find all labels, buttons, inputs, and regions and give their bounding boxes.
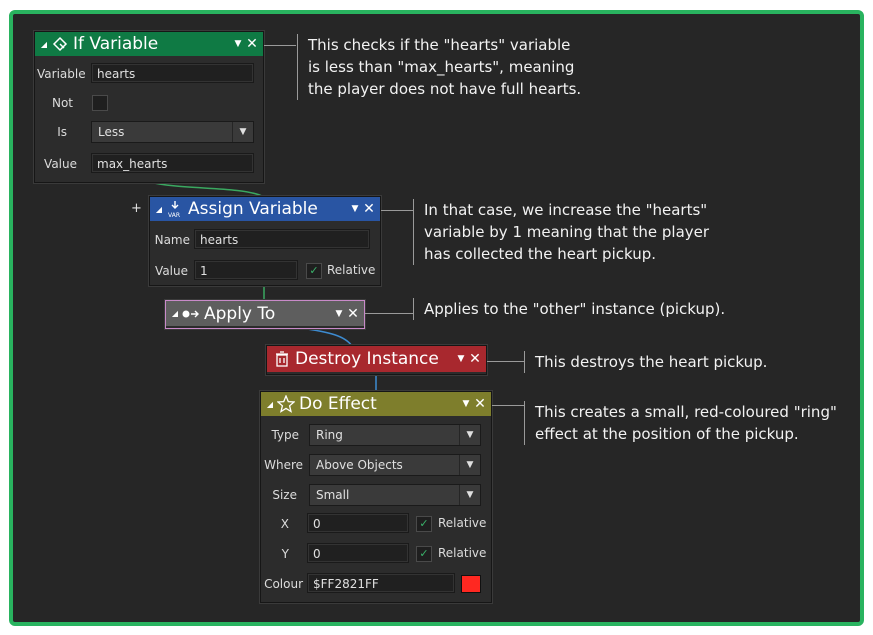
dropdown-icon[interactable]: ▼	[459, 399, 473, 409]
destroy-instance-block[interactable]: Destroy Instance ▼ ✕	[266, 345, 487, 375]
apply-to-block[interactable]: ◢ Apply To ▼ ✕	[165, 300, 365, 329]
note-line: This creates a small, red-coloured "ring…	[535, 403, 837, 421]
chevron-down-icon[interactable]: ▼	[459, 425, 480, 445]
block-title: Destroy Instance	[295, 349, 439, 369]
chevron-down-icon[interactable]: ▼	[459, 455, 480, 475]
not-checkbox[interactable]	[92, 95, 108, 111]
destroy-instance-header[interactable]: Destroy Instance ▼ ✕	[267, 346, 486, 372]
do-effect-block[interactable]: ◢ Do Effect ▼ ✕ Type Ring ▼ Where Above …	[260, 391, 492, 603]
dropdown-icon[interactable]: ▼	[454, 354, 468, 364]
dropdown-icon[interactable]: ▼	[348, 204, 362, 214]
dropdown-icon[interactable]: ▼	[231, 39, 245, 49]
size-select-value: Small	[316, 488, 350, 502]
close-icon[interactable]: ✕	[362, 201, 376, 217]
variable-label: Variable	[37, 67, 86, 81]
if-variable-header[interactable]: ◢ If Variable ▼ ✕	[35, 32, 263, 56]
x-field[interactable]: 0	[307, 513, 409, 533]
note-assign-variable: In that case, we increase the "hearts" v…	[413, 199, 709, 265]
chevron-down-icon[interactable]: ▼	[459, 485, 480, 505]
x-relative-checkbox[interactable]: ✓	[416, 516, 432, 532]
apply-arrow-icon	[182, 305, 200, 323]
chevron-down-icon[interactable]: ▼	[232, 122, 253, 142]
assign-variable-block[interactable]: ◢ VAR Assign Variable ▼ ✕ Name hearts Va…	[149, 196, 381, 286]
is-select-value: Less	[98, 125, 125, 139]
size-label: Size	[272, 488, 297, 502]
note-tick	[264, 45, 296, 46]
value-field[interactable]: max_hearts	[91, 153, 254, 173]
block-title: Do Effect	[299, 394, 377, 414]
close-icon[interactable]: ✕	[468, 351, 482, 367]
where-label: Where	[264, 458, 303, 472]
note-if-variable: This checks if the "hearts" variable is …	[297, 34, 581, 100]
note-tick	[492, 405, 524, 406]
size-select[interactable]: Small ▼	[309, 484, 481, 506]
name-field[interactable]: hearts	[194, 229, 370, 249]
close-icon[interactable]: ✕	[245, 36, 259, 52]
dropdown-icon[interactable]: ▼	[332, 309, 346, 319]
value-label: Value	[155, 264, 188, 278]
note-line: the player does not have full hearts.	[308, 80, 582, 98]
branch-icon	[51, 35, 69, 53]
type-select[interactable]: Ring ▼	[309, 424, 481, 446]
relative-checkbox[interactable]: ✓	[306, 263, 322, 279]
is-label: Is	[57, 125, 67, 139]
note-line: This destroys the heart pickup.	[535, 353, 768, 371]
type-select-value: Ring	[316, 428, 343, 442]
note-do-effect: This creates a small, red-coloured "ring…	[524, 401, 837, 445]
block-title: If Variable	[73, 34, 159, 54]
not-label: Not	[51, 96, 73, 110]
value-label: Value	[44, 157, 77, 171]
is-select[interactable]: Less ▼	[91, 121, 254, 143]
assign-variable-header[interactable]: ◢ VAR Assign Variable ▼ ✕	[150, 197, 380, 221]
close-icon[interactable]: ✕	[473, 396, 487, 412]
if-variable-block[interactable]: ◢ If Variable ▼ ✕ Variable hearts Not Is…	[34, 31, 264, 183]
var-arrow-icon: VAR	[166, 200, 184, 218]
name-label: Name	[154, 233, 190, 247]
note-line: In that case, we increase the "hearts"	[424, 201, 708, 219]
colour-swatch[interactable]	[461, 575, 481, 593]
collapse-icon[interactable]: ◢	[263, 400, 277, 409]
block-title: Assign Variable	[188, 199, 318, 219]
star-icon	[277, 395, 295, 413]
type-label: Type	[271, 428, 299, 442]
note-line: variable by 1 meaning that the player	[424, 223, 710, 241]
x-relative-label: Relative	[438, 516, 487, 530]
variable-field[interactable]: hearts	[91, 63, 254, 83]
trash-icon	[273, 350, 291, 368]
note-destroy-instance: This destroys the heart pickup.	[524, 351, 767, 373]
value-field[interactable]: 1	[194, 260, 298, 280]
apply-to-header[interactable]: ◢ Apply To ▼ ✕	[166, 301, 364, 326]
where-select[interactable]: Above Objects ▼	[309, 454, 481, 476]
y-field[interactable]: 0	[307, 543, 409, 563]
collapse-icon[interactable]: ◢	[152, 205, 166, 214]
note-line: is less than "max_hearts", meaning	[308, 58, 575, 76]
x-label: X	[280, 517, 289, 531]
note-line: Applies to the "other" instance (pickup)…	[424, 300, 726, 318]
collapse-icon[interactable]: ◢	[37, 40, 51, 49]
relative-label: Relative	[327, 263, 376, 277]
svg-text:VAR: VAR	[168, 212, 180, 218]
wire-if-to-assign	[149, 181, 263, 197]
note-line: This checks if the "hearts" variable	[308, 36, 571, 54]
note-line: has collected the heart pickup.	[424, 245, 657, 263]
note-line: effect at the position of the pickup.	[535, 425, 799, 443]
add-block-icon[interactable]: +	[131, 201, 142, 216]
block-title: Apply To	[204, 303, 276, 324]
y-relative-checkbox[interactable]: ✓	[416, 546, 432, 562]
note-tick	[487, 361, 524, 362]
where-select-value: Above Objects	[316, 458, 403, 472]
collapse-icon[interactable]: ◢	[168, 309, 182, 318]
y-label: Y	[281, 547, 289, 561]
y-relative-label: Relative	[438, 546, 487, 560]
note-tick	[365, 313, 413, 314]
note-tick	[381, 210, 413, 211]
note-apply-to: Applies to the "other" instance (pickup)…	[413, 298, 725, 320]
colour-field[interactable]: $FF2821FF	[307, 573, 455, 593]
close-icon[interactable]: ✕	[346, 306, 360, 322]
wire-apply-to-destroy	[299, 327, 353, 347]
do-effect-header[interactable]: ◢ Do Effect ▼ ✕	[261, 392, 491, 416]
colour-label: Colour	[264, 577, 303, 591]
